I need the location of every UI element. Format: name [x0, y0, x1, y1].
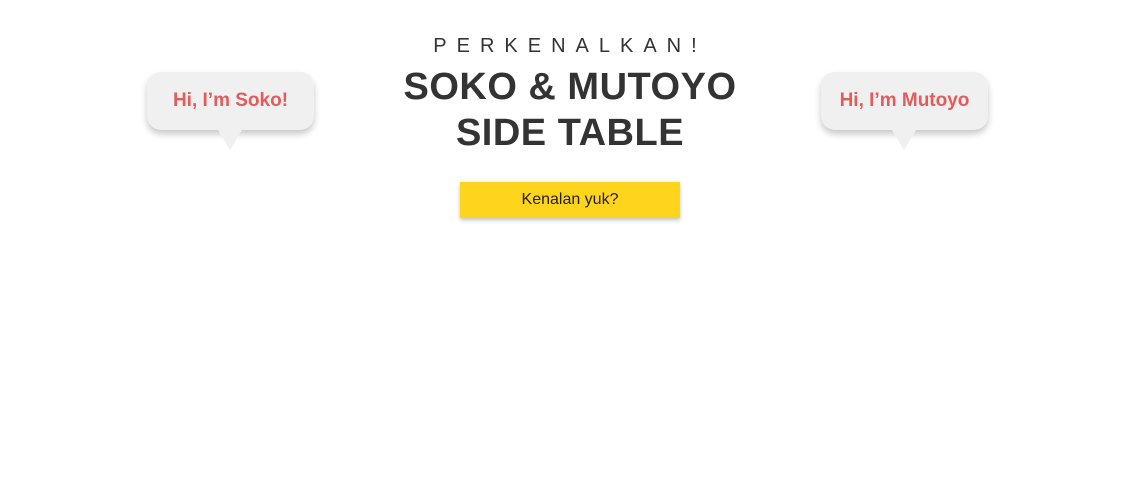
mutoyo-speech-bubble: Hi, I’m Mutoyo — [821, 72, 988, 150]
kenalan-button[interactable]: Kenalan yuk? — [460, 182, 680, 218]
hero-section: Hi, I’m Soko! PERKENALKAN! SOKO & MUTOYO… — [0, 0, 1140, 500]
speech-bubble-tail — [892, 130, 916, 150]
hero-eyebrow: PERKENALKAN! — [433, 35, 707, 57]
mutoyo-greeting: Hi, I’m Mutoyo — [839, 90, 970, 111]
